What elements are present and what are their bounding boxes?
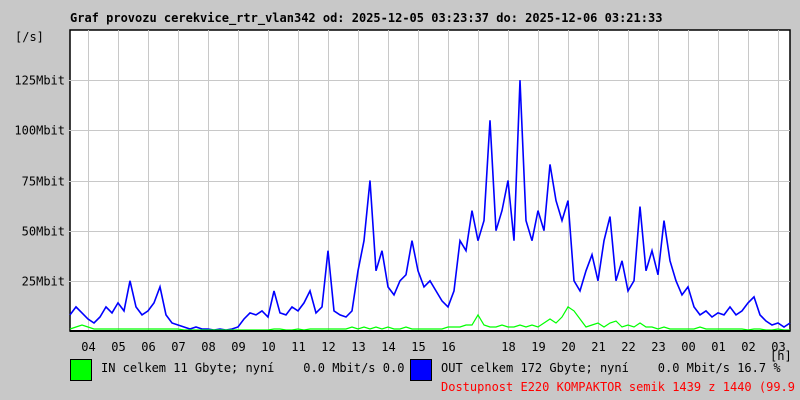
y-tick-label: 75Mbit bbox=[22, 175, 65, 189]
x-tick-label: 09 bbox=[231, 340, 245, 354]
y-tick-label: 125Mbit bbox=[14, 74, 65, 88]
x-tick-label: 11 bbox=[291, 340, 305, 354]
x-tick-label: 03 bbox=[771, 340, 785, 354]
legend-in-text: IN celkem 11 Gbyte; nyní 0.0 Mbit/s 0.0 … bbox=[101, 361, 419, 375]
y-tick-label: 100Mbit bbox=[14, 124, 65, 138]
y-tick-label: 25Mbit bbox=[22, 275, 65, 289]
x-tick-label: 01 bbox=[711, 340, 725, 354]
x-tick-label: 19 bbox=[531, 340, 545, 354]
x-tick-label: 12 bbox=[321, 340, 335, 354]
x-tick-label: 00 bbox=[681, 340, 695, 354]
x-tick-label: 14 bbox=[381, 340, 395, 354]
x-tick-label: 23 bbox=[651, 340, 665, 354]
x-tick-label: 16 bbox=[441, 340, 455, 354]
x-tick-label: 08 bbox=[201, 340, 215, 354]
traffic-chart: 04 05 06 07 08 09 10 11 12 13 14 15 16 18 19 20 21 22 23 00… bbox=[14, 29, 791, 354]
availability-text: Dostupnost E220 KOMPAKTOR semik 1439 z 1… bbox=[441, 380, 800, 394]
x-tick-label: 21 bbox=[591, 340, 605, 354]
legend-in-swatch bbox=[70, 359, 92, 381]
legend-out-swatch bbox=[410, 359, 432, 381]
x-tick-label: 13 bbox=[351, 340, 365, 354]
x-tick-label: 22 bbox=[621, 340, 635, 354]
x-tick-label: 06 bbox=[141, 340, 155, 354]
x-tick-label: 10 bbox=[261, 340, 275, 354]
legend-out-text: OUT celkem 172 Gbyte; nyní 0.0 Mbit/s 16… bbox=[441, 361, 781, 375]
x-tick-label: 05 bbox=[111, 340, 125, 354]
x-tick-label: 04 bbox=[81, 340, 95, 354]
y-tick-label: 50Mbit bbox=[22, 225, 65, 239]
x-tick-label: 20 bbox=[561, 340, 575, 354]
x-tick-label: 18 bbox=[501, 340, 515, 354]
x-tick-label: 07 bbox=[171, 340, 185, 354]
x-tick-label: 15 bbox=[411, 340, 425, 354]
x-tick-label: 02 bbox=[741, 340, 755, 354]
